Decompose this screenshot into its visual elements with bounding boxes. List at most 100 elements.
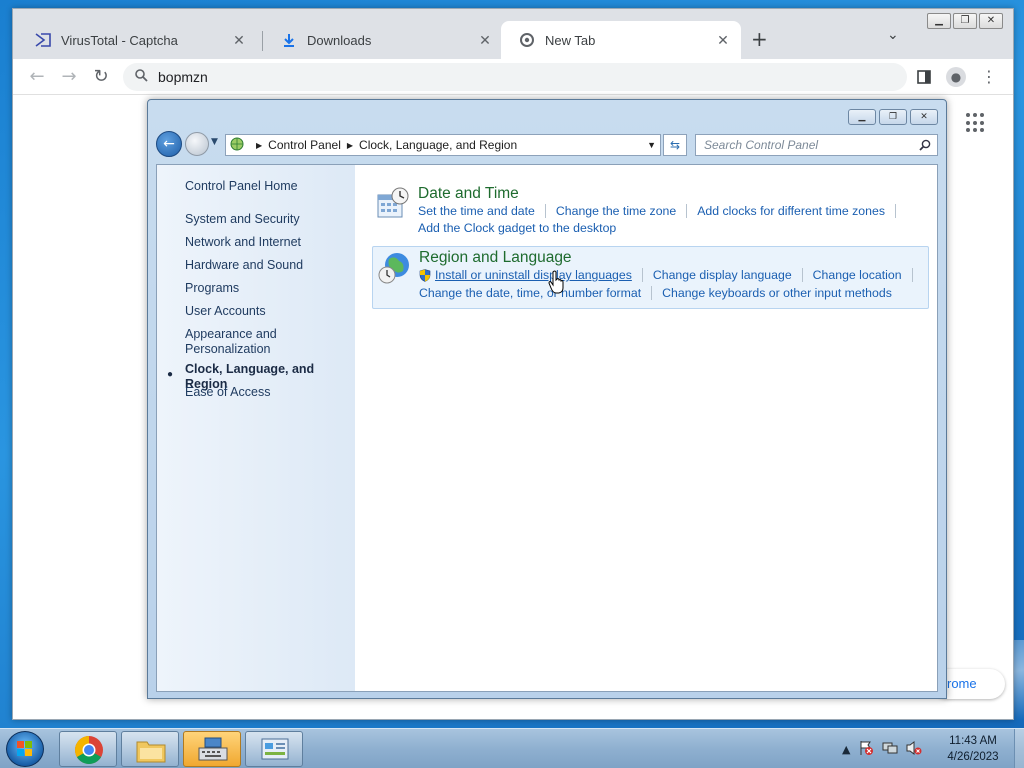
current-bullet-icon: ●	[167, 369, 174, 380]
reload-icon[interactable]: ↻	[89, 65, 113, 89]
link-divider	[801, 268, 803, 282]
breadcrumb-arrow-icon: ▶	[256, 140, 263, 150]
category-title[interactable]: Date and Time	[418, 185, 519, 203]
close-tab-icon[interactable]: ✕	[715, 32, 731, 49]
taskbar-chrome[interactable]	[59, 731, 117, 767]
hand-cursor-icon	[548, 270, 564, 294]
taskbar-onscreen-keyboard[interactable]	[183, 731, 241, 767]
sidebar-item-user-accounts[interactable]: User Accounts	[185, 304, 350, 319]
forward-button[interactable]	[185, 132, 209, 156]
show-hidden-icons-icon[interactable]: ▲	[842, 743, 850, 756]
sidebar-item-network[interactable]: Network and Internet	[185, 235, 350, 250]
taskbar: ▲ 11:43 AM 4/26/2023	[0, 728, 1024, 768]
back-arrow-icon[interactable]: ←	[25, 65, 49, 89]
minimize-button[interactable]: ▁	[848, 109, 876, 125]
breadcrumb-control-panel[interactable]: Control Panel	[268, 138, 341, 152]
tab-search-chevron-icon[interactable]: ⌄	[887, 27, 899, 43]
volume-muted-icon[interactable]	[906, 740, 922, 759]
category-title[interactable]: Region and Language	[419, 249, 572, 267]
system-tray: ▲	[842, 729, 930, 768]
tab-label: Downloads	[307, 32, 372, 48]
kebab-menu-icon[interactable]: ⋮	[977, 65, 1001, 89]
start-button[interactable]	[6, 731, 44, 767]
tab-new-tab[interactable]: New Tab ✕	[501, 21, 741, 59]
clock-date: 4/26/2023	[947, 751, 999, 763]
date-time-links-row-2: Add the Clock gadget to the desktop	[418, 221, 616, 235]
tab-downloads[interactable]: Downloads ✕	[263, 21, 503, 59]
link-add-clocks[interactable]: Add clocks for different time zones	[697, 204, 885, 218]
download-icon	[281, 32, 297, 48]
calendar-clock-icon	[377, 187, 409, 218]
link-change-keyboards[interactable]: Change keyboards or other input methods	[662, 286, 892, 300]
taskbar-file-explorer[interactable]	[121, 731, 179, 767]
windows-logo-icon	[17, 741, 33, 757]
sidebar-item-appearance[interactable]: Appearance and Personalization	[185, 327, 350, 357]
new-tab-button[interactable]: +	[751, 27, 768, 51]
search-input[interactable]: Search Control Panel	[695, 134, 938, 156]
virustotal-icon	[35, 32, 51, 48]
link-divider	[686, 204, 688, 218]
profile-button[interactable]: ●	[944, 65, 968, 89]
link-divider	[911, 268, 913, 282]
link-change-display-language[interactable]: Change display language	[653, 268, 792, 282]
tab-virustotal[interactable]: VirusTotal - Captcha ✕	[17, 21, 257, 59]
link-set-time-date[interactable]: Set the time and date	[418, 204, 535, 218]
taskbar-control-panel[interactable]	[245, 731, 303, 767]
refresh-button[interactable]: ⇆	[663, 134, 687, 156]
control-panel-icon	[230, 137, 244, 154]
close-window-button[interactable]: ✕	[910, 109, 938, 125]
taskbar-clock[interactable]: 11:43 AM 4/26/2023	[940, 733, 1006, 765]
cp-sidebar: Control Panel Home System and Security N…	[157, 165, 355, 691]
sidebar-item-home[interactable]: Control Panel Home	[185, 179, 350, 194]
sidebar-item-programs[interactable]: Programs	[185, 281, 350, 296]
link-divider	[651, 286, 653, 300]
action-center-flag-icon[interactable]	[858, 740, 874, 759]
clock-time: 11:43 AM	[949, 735, 997, 747]
browser-window-controls: ▁ ❐ ✕	[925, 13, 1003, 29]
cp-navigation-bar: ← ▼ ▶ Control Panel ▶ Clock, Language, a…	[156, 131, 940, 159]
link-change-format[interactable]: Change the date, time, or number format	[419, 286, 641, 300]
apps-grid-icon[interactable]	[966, 113, 986, 133]
sidebar-item-ease-of-access[interactable]: Ease of Access	[185, 385, 350, 400]
close-window-button[interactable]: ✕	[979, 13, 1003, 29]
network-icon[interactable]	[882, 740, 898, 759]
category-date-time: Date and Time Set the time and date Chan…	[372, 183, 929, 239]
link-change-location[interactable]: Change location	[813, 268, 902, 282]
search-placeholder: Search Control Panel	[704, 138, 819, 152]
uac-shield-icon	[419, 268, 431, 282]
link-change-time-zone[interactable]: Change the time zone	[556, 204, 676, 218]
avatar: ●	[946, 67, 966, 87]
sidebar-item-hardware[interactable]: Hardware and Sound	[185, 258, 350, 273]
region-links-row-1: Install or uninstall display languages C…	[419, 268, 923, 282]
omnibox[interactable]: bopmzn	[123, 63, 907, 91]
side-panel-icon[interactable]	[912, 65, 936, 89]
tab-label: VirusTotal - Captcha	[61, 32, 178, 48]
region-links-row-2: Change the date, time, or number format …	[419, 286, 892, 300]
chrome-icon	[519, 32, 535, 48]
keyboard-icon	[198, 737, 228, 761]
address-bar[interactable]: ▶ Control Panel ▶ Clock, Language, and R…	[225, 134, 661, 156]
link-add-clock-gadget[interactable]: Add the Clock gadget to the desktop	[418, 221, 616, 235]
recent-pages-dropdown-icon[interactable]: ▼	[211, 137, 218, 147]
search-icon	[135, 69, 148, 85]
address-dropdown-icon[interactable]: ▼	[647, 140, 656, 150]
close-tab-icon[interactable]: ✕	[231, 32, 247, 49]
globe-clock-icon	[378, 253, 409, 284]
cp-content: Control Panel Home System and Security N…	[156, 164, 938, 692]
show-desktop-button[interactable]	[1014, 729, 1024, 768]
date-time-links-row-1: Set the time and date Change the time zo…	[418, 204, 906, 218]
link-install-display-languages[interactable]: Install or uninstall display languages	[435, 268, 632, 282]
back-button[interactable]: ←	[156, 131, 182, 157]
breadcrumb-clock-language-region[interactable]: Clock, Language, and Region	[359, 138, 517, 152]
category-region-language: Region and Language Install or uninstall…	[372, 246, 929, 309]
control-panel-icon	[261, 738, 289, 760]
minimize-button[interactable]: ▁	[927, 13, 951, 29]
control-panel-window: ▁ ❐ ✕ ← ▼ ▶ Control Panel ▶ Clock, Langu…	[147, 99, 947, 699]
restore-button[interactable]: ❐	[953, 13, 977, 29]
search-icon	[919, 135, 931, 157]
sidebar-item-system-security[interactable]: System and Security	[185, 212, 350, 227]
forward-arrow-icon[interactable]: →	[57, 65, 81, 89]
breadcrumb-arrow-icon: ▶	[346, 140, 354, 150]
close-tab-icon[interactable]: ✕	[477, 32, 493, 49]
maximize-button[interactable]: ❐	[879, 109, 907, 125]
